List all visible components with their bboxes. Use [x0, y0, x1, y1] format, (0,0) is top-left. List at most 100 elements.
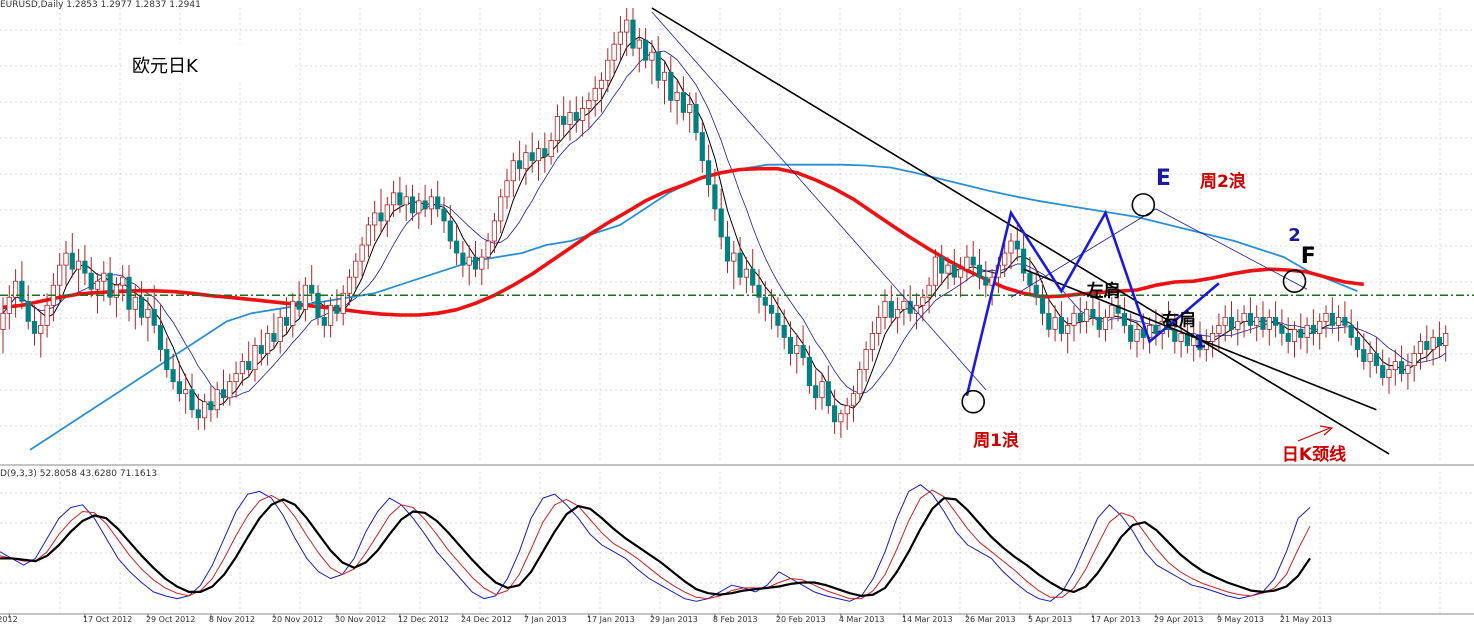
- annotation-label: 1: [1194, 331, 1207, 352]
- x-tick-label: 29 Oct 2012: [146, 615, 195, 624]
- candle: [1323, 312, 1329, 322]
- candle: [327, 304, 334, 326]
- candle: [693, 104, 699, 133]
- candle: [94, 280, 101, 290]
- x-tick-label: 7 Jan 2013: [524, 615, 567, 624]
- candle: [1367, 353, 1373, 362]
- candle: [1046, 312, 1052, 330]
- candle: [1039, 296, 1046, 314]
- candle: [794, 345, 800, 354]
- candle: [1210, 333, 1216, 342]
- candle: [636, 39, 642, 49]
- candle: [1273, 316, 1279, 326]
- candle: [643, 39, 649, 61]
- annotation-label: 右肩: [1162, 309, 1196, 330]
- candle: [1430, 337, 1436, 350]
- candle: [592, 87, 598, 101]
- candle: [813, 385, 819, 399]
- candle: [1090, 308, 1096, 318]
- candle: [63, 252, 69, 266]
- candle: [390, 192, 397, 206]
- x-tick-label: 2012: [0, 615, 18, 624]
- candle: [958, 268, 964, 278]
- candle: [1304, 324, 1310, 338]
- candle: [844, 405, 850, 415]
- candle: [283, 316, 290, 326]
- candle: [580, 108, 586, 121]
- candle: [1373, 353, 1379, 366]
- x-tick-label: 8 Feb 2013: [713, 615, 758, 624]
- candle: [655, 51, 661, 81]
- candle: [825, 381, 831, 407]
- candle: [1424, 341, 1430, 350]
- x-tick-label: 20 Feb 2013: [776, 615, 826, 624]
- candle: [214, 389, 220, 411]
- candle: [1222, 316, 1228, 326]
- candle: [145, 308, 151, 318]
- candle: [1399, 361, 1405, 375]
- candle: [138, 296, 145, 318]
- annotation-label: 周1浪: [973, 430, 1019, 451]
- candle: [120, 276, 126, 286]
- candle: [737, 252, 743, 278]
- candle: [208, 401, 214, 411]
- candle: [970, 256, 976, 266]
- candle: [1342, 316, 1348, 326]
- candle: [1405, 365, 1411, 375]
- candle: [372, 212, 378, 226]
- candle: [132, 296, 138, 310]
- candle: [1096, 316, 1102, 330]
- x-tick-label: 21 May 2013: [1280, 615, 1332, 624]
- candle: [573, 112, 579, 121]
- candle: [422, 200, 428, 210]
- candle: [1411, 353, 1417, 366]
- candle: [1329, 312, 1335, 326]
- x-tick-label: 12 Dec 2012: [398, 615, 449, 624]
- candle: [1002, 252, 1008, 266]
- candle: [227, 381, 233, 399]
- candle: [321, 316, 327, 326]
- candle: [800, 345, 806, 358]
- candle: [504, 180, 510, 198]
- candle: [1247, 312, 1253, 326]
- candle: [706, 160, 712, 186]
- candle: [1128, 324, 1134, 342]
- annotation-label: F: [1301, 244, 1316, 269]
- candle: [750, 268, 756, 286]
- candle: [674, 91, 680, 101]
- candle: [888, 300, 894, 318]
- candle: [296, 300, 302, 310]
- candle: [309, 284, 315, 294]
- candle: [718, 208, 724, 238]
- candle: [1084, 308, 1090, 322]
- candle: [945, 264, 951, 274]
- candle: [1260, 316, 1266, 330]
- price-chart: 2012 17 Oct 2012 29 Oct 2012 8 Nov 2012 20 N…: [0, 0, 1474, 631]
- candle: [1172, 329, 1178, 342]
- candle: [1121, 312, 1127, 326]
- candle: [101, 272, 107, 282]
- candle: [491, 220, 498, 242]
- candle: [1392, 361, 1398, 370]
- candle: [107, 272, 113, 298]
- x-tick-label: 17 Oct 2012: [83, 615, 132, 624]
- candle: [233, 373, 239, 383]
- candle: [769, 304, 775, 314]
- candle: [876, 316, 882, 334]
- candle: [1228, 316, 1235, 330]
- candle: [687, 104, 693, 113]
- candle: [76, 260, 82, 270]
- candle: [542, 148, 548, 158]
- candle: [1317, 320, 1323, 334]
- candle: [485, 240, 491, 258]
- x-tick-label: 30 Nov 2012: [335, 615, 386, 624]
- x-tick-label: 29 Jan 2013: [650, 615, 698, 624]
- candle: [869, 333, 876, 350]
- candle: [176, 381, 182, 395]
- candle: [57, 264, 63, 286]
- candle: [661, 71, 668, 81]
- x-tick-label: 9 May 2013: [1217, 615, 1264, 624]
- candle: [1065, 324, 1071, 334]
- candle: [838, 413, 844, 423]
- candle: [806, 357, 813, 387]
